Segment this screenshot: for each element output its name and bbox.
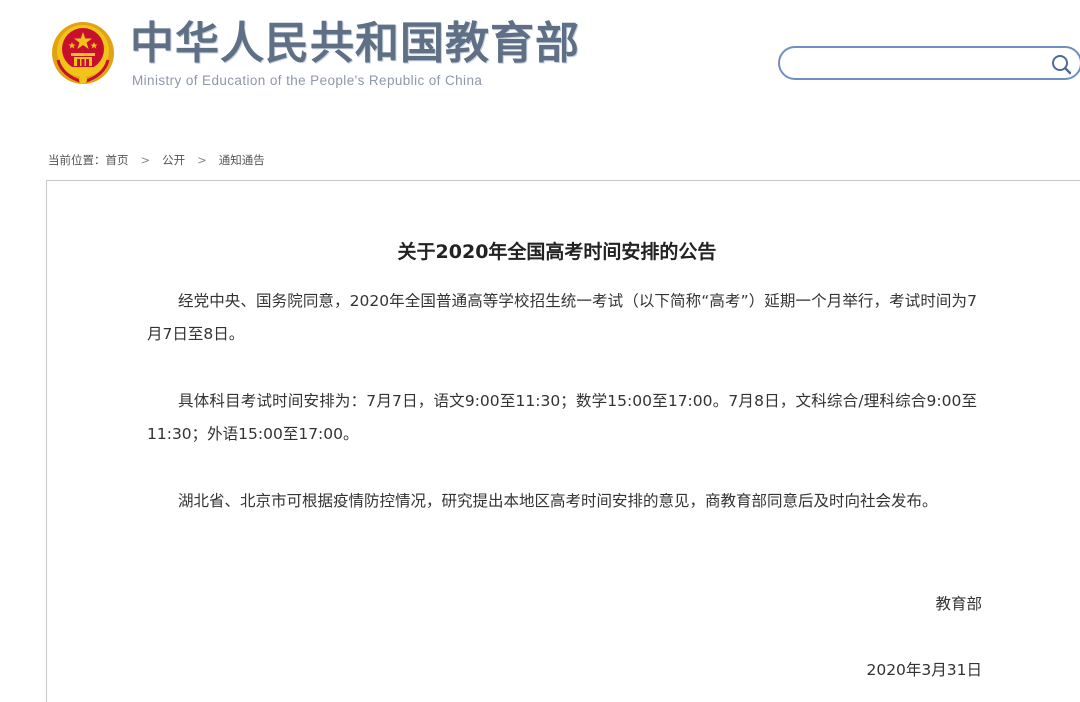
article-paragraph: 湖北省、北京市可根据疫情防控情况，研究提出本地区高考时间安排的意见，商教育部同意… xyxy=(178,492,938,510)
national-emblem-icon[interactable] xyxy=(50,20,116,86)
article-date: 2020年3月31日 xyxy=(866,661,982,679)
search-box xyxy=(778,46,1080,80)
site-header: 中华人民共和国教育部 Ministry of Education of the … xyxy=(0,0,1080,110)
site-name-english: Ministry of Education of the People's Re… xyxy=(132,73,483,88)
search-icon[interactable] xyxy=(1048,51,1076,77)
breadcrumb-prefix: 当前位置： xyxy=(48,153,106,167)
article-title: 关于2020年全国高考时间安排的公告 xyxy=(397,241,717,263)
article-signature: 教育部 xyxy=(935,595,982,613)
breadcrumb-separator: > xyxy=(140,153,151,167)
breadcrumb: 当前位置：首页 > 公开 > 通知通告 xyxy=(48,152,265,168)
site-name-chinese[interactable]: 中华人民共和国教育部 xyxy=(130,16,580,72)
article-paragraph: 经党中央、国务院同意，2020年全国普通高等学校招生统一考试（以下简称“高考”）… xyxy=(147,292,977,343)
page: 中华人民共和国教育部 Ministry of Education of the … xyxy=(0,0,1080,702)
breadcrumb-item-home[interactable]: 首页 xyxy=(106,153,129,167)
breadcrumb-item-notices[interactable]: 通知通告 xyxy=(219,153,265,167)
breadcrumb-separator: > xyxy=(197,153,207,167)
article-container: 关于2020年全国高考时间安排的公告 经党中央、国务院同意，2020年全国普通高… xyxy=(46,180,1080,702)
breadcrumb-item-public[interactable]: 公开 xyxy=(162,153,185,167)
article-paragraph: 具体科目考试时间安排为：7月7日，语文9:00至11:30；数学15:00至17… xyxy=(147,392,977,443)
search-input[interactable] xyxy=(794,52,1044,74)
